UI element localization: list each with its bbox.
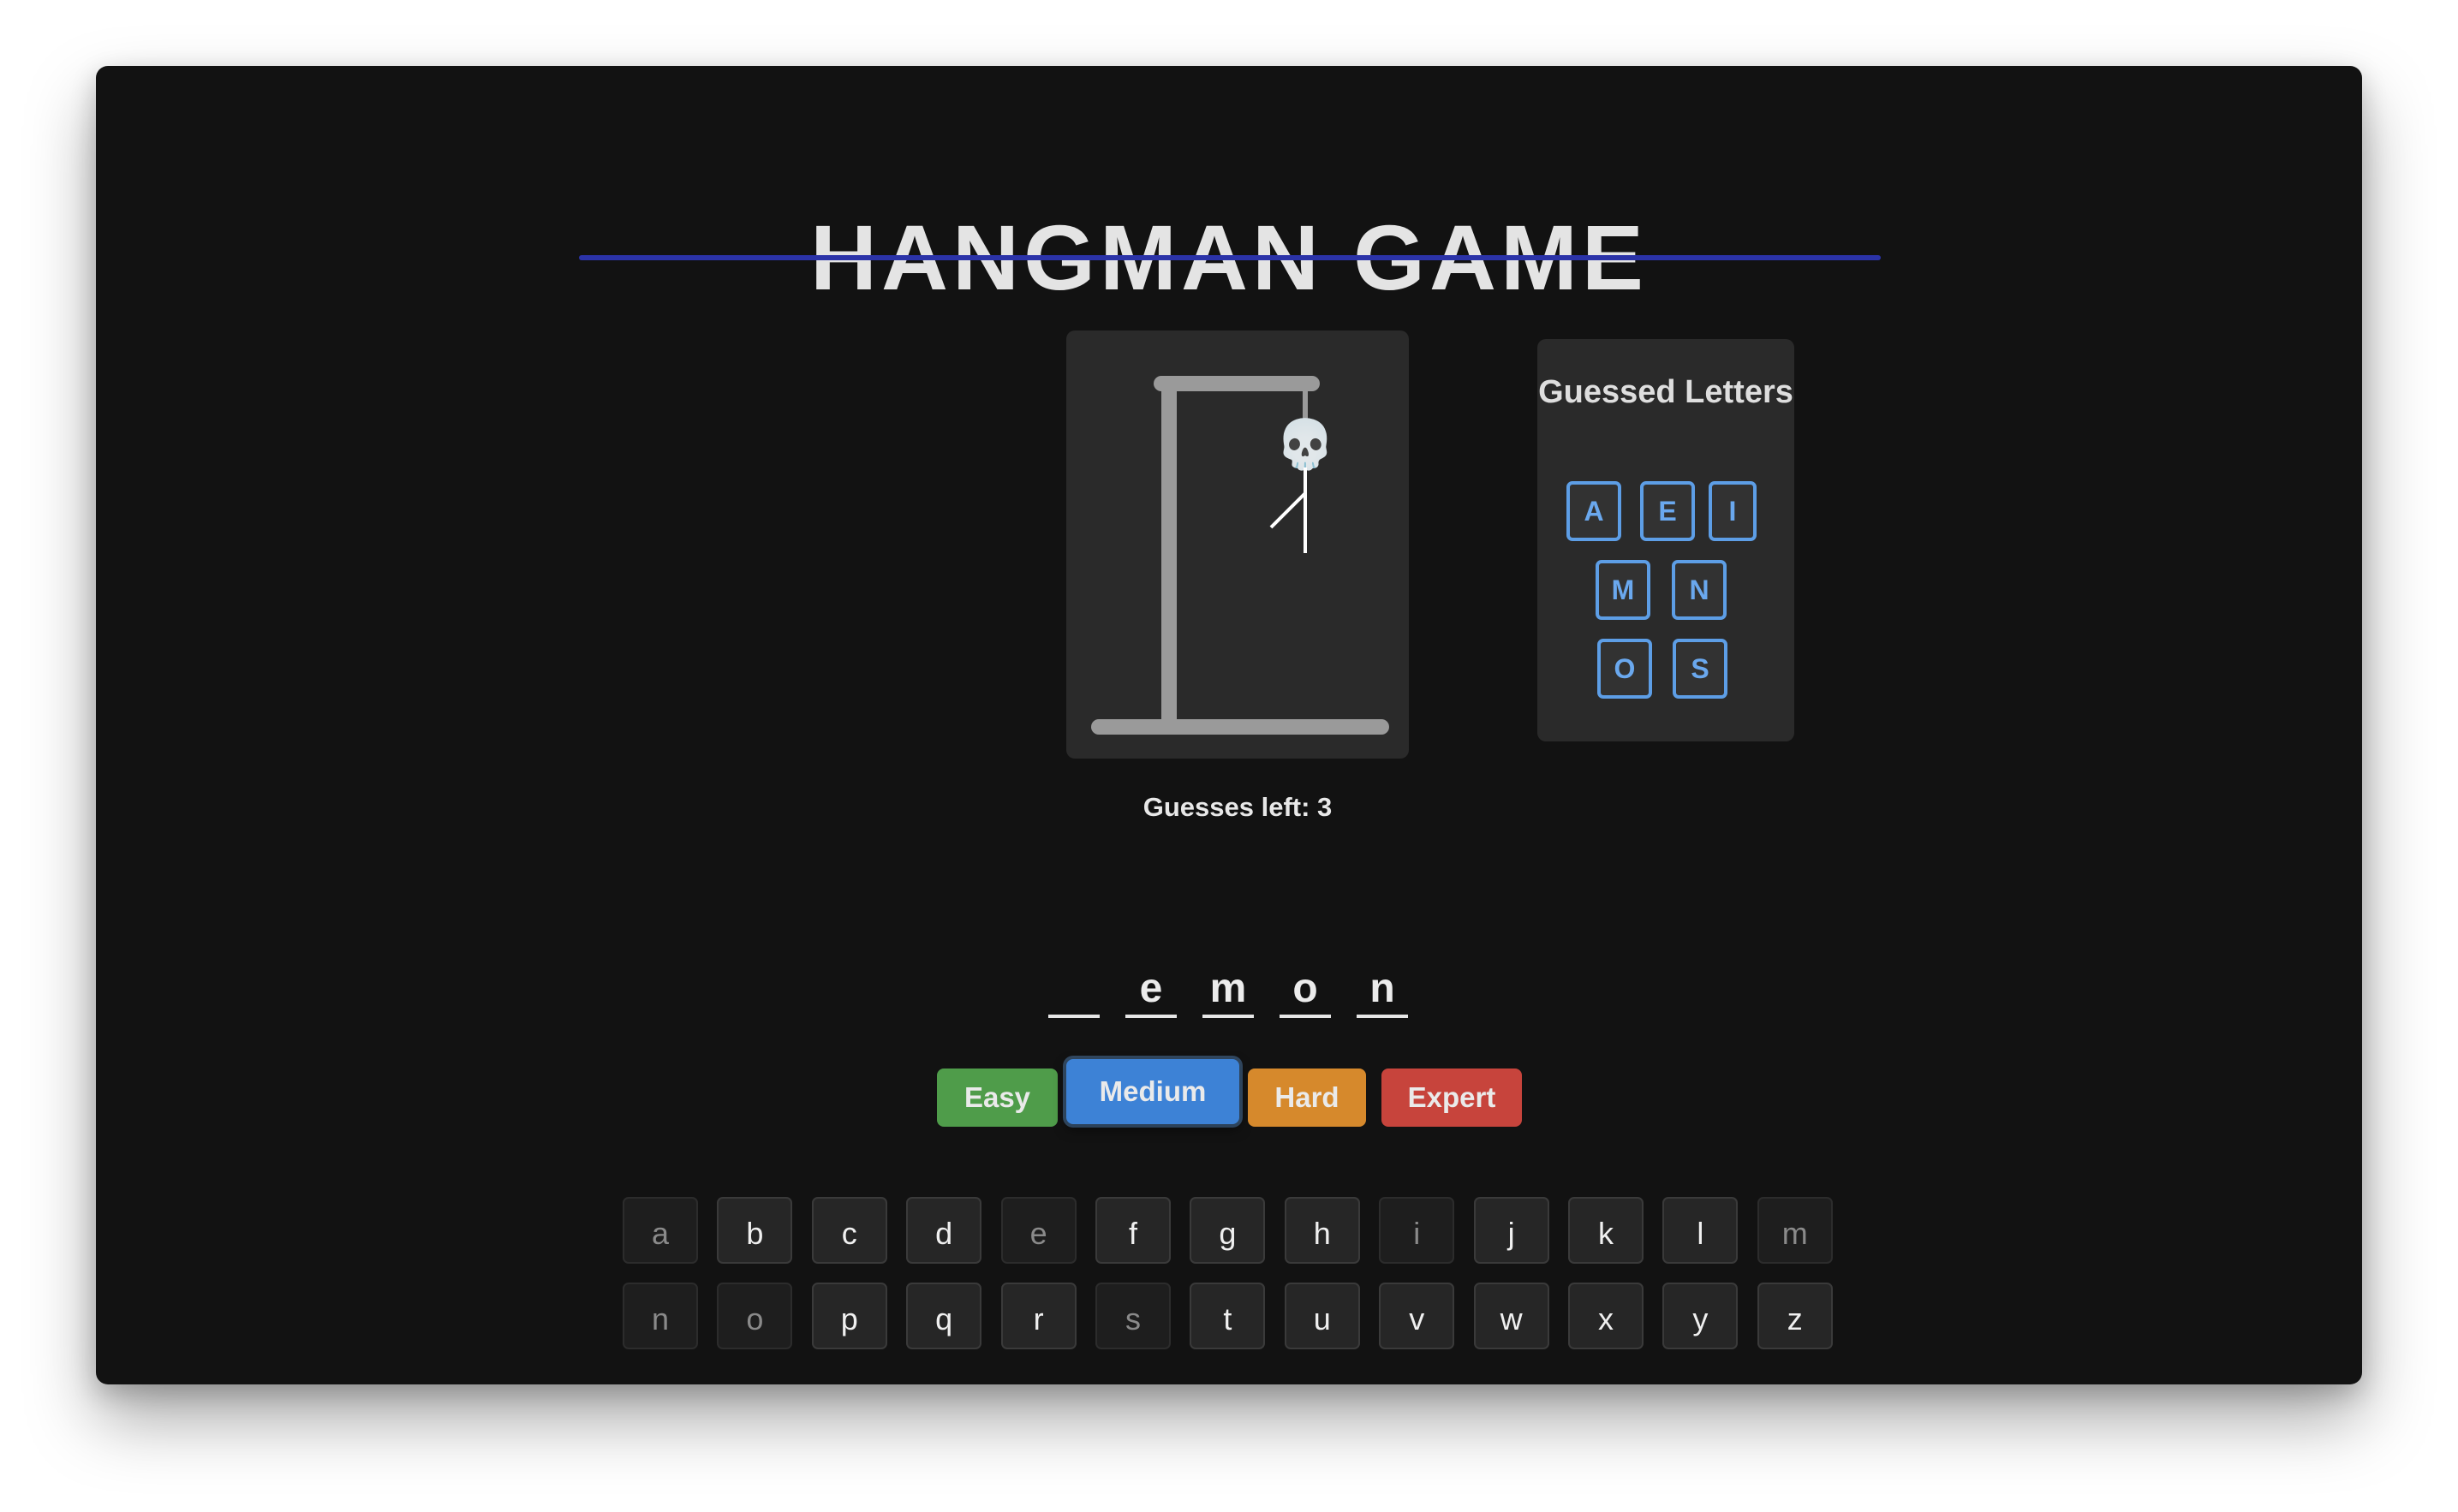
gallows-panel: 💀: [1066, 330, 1409, 759]
word-letter-slot: o: [1280, 963, 1331, 1018]
hangman-left-arm: [1269, 491, 1307, 529]
guessed-letters-panel: Guessed Letters AEIMNOS: [1537, 339, 1794, 741]
key-x[interactable]: x: [1568, 1283, 1644, 1349]
difficulty-medium-button[interactable]: Medium: [1066, 1059, 1239, 1124]
gallows-drawing: 💀: [1091, 376, 1389, 735]
word-letter-slot: e: [1125, 963, 1177, 1018]
guessed-letters-title: Guessed Letters: [1538, 374, 1793, 410]
key-z[interactable]: z: [1757, 1283, 1833, 1349]
key-a[interactable]: a: [623, 1197, 698, 1264]
key-h[interactable]: h: [1284, 1197, 1360, 1264]
key-d[interactable]: d: [906, 1197, 982, 1264]
key-l[interactable]: l: [1662, 1197, 1739, 1264]
key-c[interactable]: c: [811, 1197, 887, 1264]
guessed-letter-tile: N: [1672, 560, 1727, 620]
guessed-letter-tile: M: [1596, 560, 1650, 620]
key-s[interactable]: s: [1095, 1283, 1171, 1349]
key-v[interactable]: v: [1379, 1283, 1455, 1349]
hangman-head: 💀: [1275, 417, 1335, 472]
key-t[interactable]: t: [1190, 1283, 1266, 1349]
key-p[interactable]: p: [811, 1283, 887, 1349]
title-underline: [579, 255, 1881, 260]
key-b[interactable]: b: [717, 1197, 793, 1264]
word-letter-slot: n: [1357, 963, 1408, 1018]
guessed-letter-tile: O: [1597, 639, 1652, 699]
difficulty-hard-button[interactable]: Hard: [1248, 1069, 1366, 1127]
key-o[interactable]: o: [717, 1283, 793, 1349]
guessed-letter-tile: A: [1566, 481, 1621, 541]
key-k[interactable]: k: [1568, 1197, 1644, 1264]
key-j[interactable]: j: [1473, 1197, 1549, 1264]
key-y[interactable]: y: [1662, 1283, 1739, 1349]
word-letter-slot: m: [1202, 963, 1254, 1018]
key-q[interactable]: q: [906, 1283, 982, 1349]
key-u[interactable]: u: [1284, 1283, 1360, 1349]
game-window: HANGMAN GAME 💀 Guessed Letters AEIMNOS G…: [96, 66, 2362, 1384]
key-m[interactable]: m: [1757, 1197, 1833, 1264]
guessed-letter-tile: E: [1640, 481, 1695, 541]
key-r[interactable]: r: [1000, 1283, 1077, 1349]
key-w[interactable]: w: [1473, 1283, 1549, 1349]
difficulty-easy-button[interactable]: Easy: [937, 1069, 1058, 1127]
difficulty-expert-button[interactable]: Expert: [1381, 1069, 1522, 1127]
guessed-letter-tile: I: [1709, 481, 1757, 541]
key-n[interactable]: n: [623, 1283, 698, 1349]
key-e[interactable]: e: [1000, 1197, 1077, 1264]
key-i[interactable]: i: [1379, 1197, 1455, 1264]
key-g[interactable]: g: [1190, 1197, 1266, 1264]
guesses-left-text: Guesses left: 3: [1142, 792, 1333, 822]
word-letter-slot: [1048, 963, 1100, 1018]
key-f[interactable]: f: [1095, 1197, 1171, 1264]
guessed-letter-tile: S: [1673, 639, 1727, 699]
